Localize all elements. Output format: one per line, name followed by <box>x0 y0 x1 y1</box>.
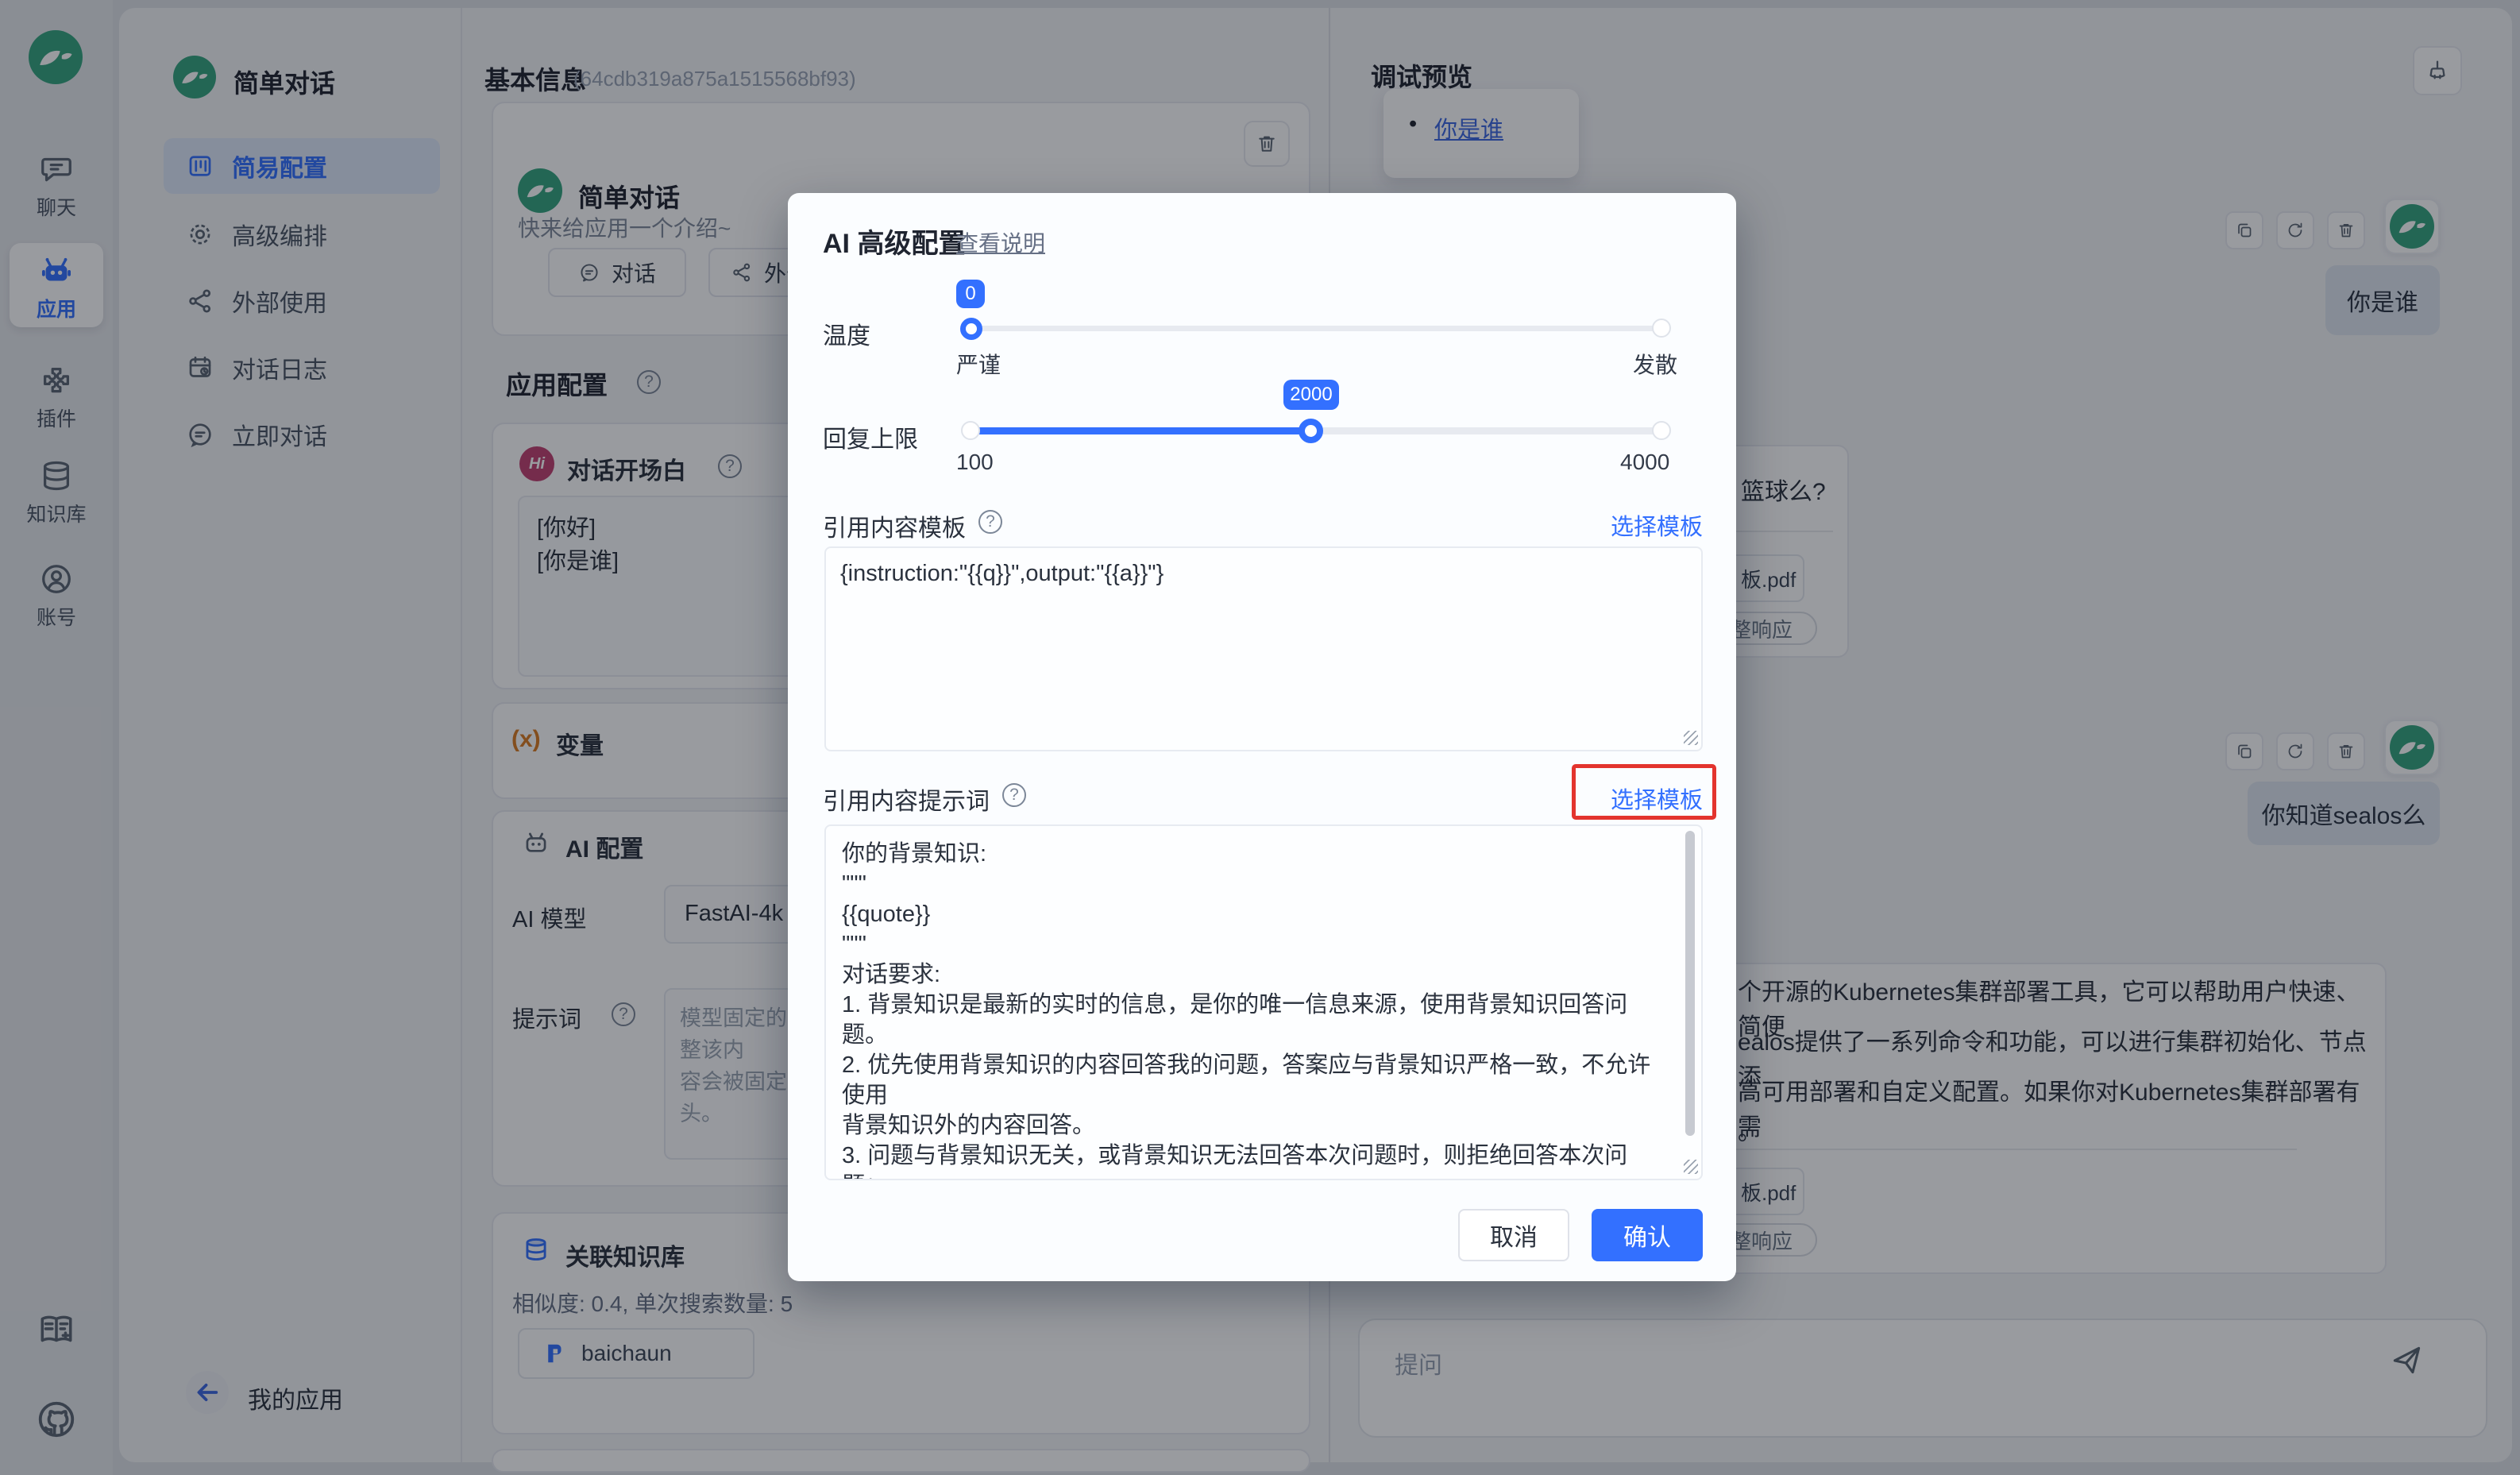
quote-prompt-label: 引用内容提示词 <box>823 782 990 817</box>
temperature-value-badge: 0 <box>956 280 985 308</box>
max-tokens-max-label: 4000 <box>1620 450 1669 475</box>
quote-template-value: {instruction:"{{q}}",output:"{{a}}"} <box>840 561 1682 587</box>
max-tokens-value-badge: 2000 <box>1283 380 1339 410</box>
slider-end-dot <box>1652 319 1671 338</box>
quote-prompt-textarea[interactable]: 你的背景知识: """ {{quote}} """ 对话要求: 1. 背景知识是… <box>824 824 1703 1180</box>
temperature-max-label: 发散 <box>1633 348 1677 380</box>
help-icon <box>978 510 1002 534</box>
quote-template-select-link[interactable]: 选择模板 <box>1611 508 1703 542</box>
quote-template-label: 引用内容模板 <box>823 508 966 543</box>
temperature-min-label: 严谨 <box>956 348 1001 380</box>
annotation-highlight-box <box>1572 764 1716 820</box>
confirm-button[interactable]: 确认 <box>1592 1209 1703 1261</box>
resize-handle[interactable] <box>1684 731 1698 745</box>
doc-link[interactable]: 查看说明 <box>956 226 1045 258</box>
cancel-button[interactable]: 取消 <box>1458 1209 1569 1261</box>
modal-title: AI 高级配置 <box>823 222 965 261</box>
help-icon <box>1002 783 1026 807</box>
max-tokens-min-label: 100 <box>956 450 994 475</box>
resize-handle[interactable] <box>1684 1160 1698 1174</box>
temperature-label: 温度 <box>823 316 870 351</box>
ai-advanced-config-modal: AI 高级配置 查看说明 温度 0 严谨 发散 回复上限 2000 100 40… <box>788 193 1736 1281</box>
temperature-slider[interactable] <box>971 326 1663 331</box>
temperature-slider-handle[interactable] <box>960 318 982 340</box>
slider-end-dot <box>1652 421 1671 440</box>
max-tokens-label: 回复上限 <box>823 419 918 454</box>
quote-prompt-value: 你的背景知识: """ {{quote}} """ 对话要求: 1. 背景知识是… <box>826 826 1701 1180</box>
max-tokens-slider-handle[interactable] <box>1299 419 1323 443</box>
slider-start-dot <box>961 421 980 440</box>
textarea-scrollbar[interactable] <box>1685 831 1695 1136</box>
